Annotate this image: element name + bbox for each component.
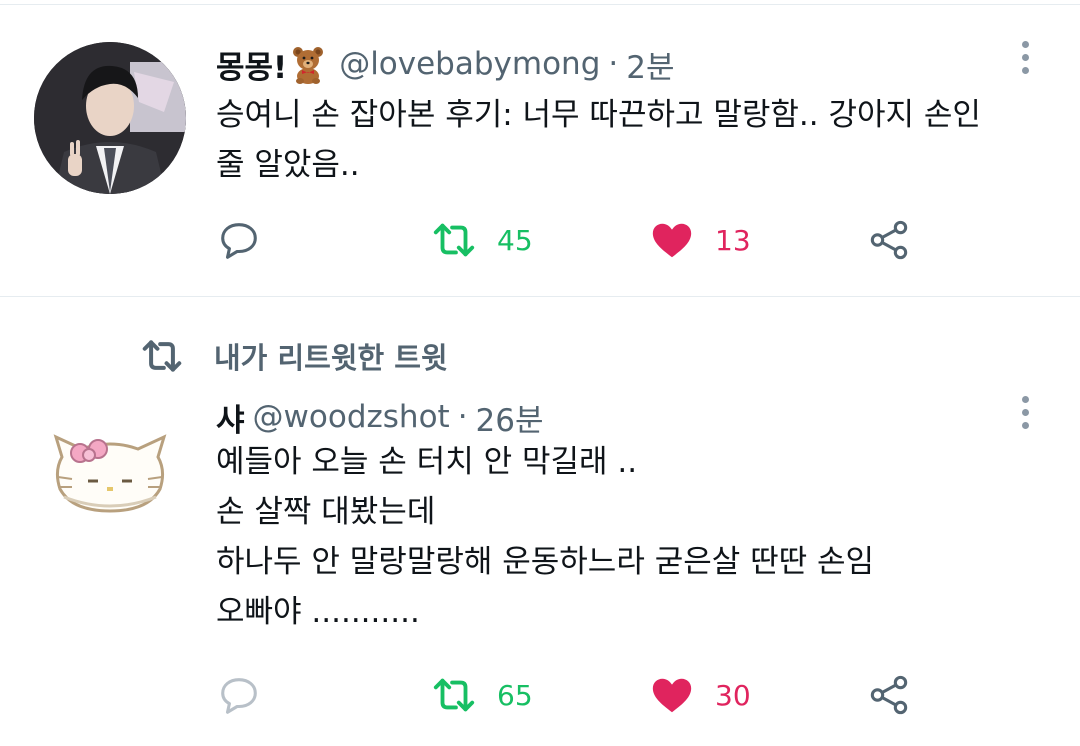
- like-icon: [652, 223, 692, 258]
- reply-button[interactable]: [216, 671, 262, 719]
- share-icon: [870, 220, 908, 260]
- retweet-icon: [142, 340, 182, 372]
- retweet-count: 45: [497, 223, 533, 257]
- avatar[interactable]: [34, 42, 186, 194]
- like-button[interactable]: 13: [649, 216, 751, 264]
- user-handle[interactable]: @lovebabymong: [339, 46, 600, 82]
- separator-dot: ·: [608, 46, 619, 82]
- share-button[interactable]: [866, 216, 912, 264]
- tweet-text-line: 예들아 오늘 손 터치 안 막길래 ..: [216, 444, 638, 480]
- tweet-2[interactable]: 내가 리트윗한 트윗 샤 @woodzshot · 26분 예들아 오늘 손 터…: [0, 297, 1080, 746]
- tweet-text-line: 승여니 손 잡아본 후기: 너무 따끈하고 말랑함.. 강아지 손인: [216, 97, 981, 133]
- tweet-actions: 65 30: [216, 671, 936, 719]
- like-button[interactable]: 30: [649, 671, 751, 719]
- retweet-icon: [433, 223, 475, 257]
- retweet-count: 65: [497, 678, 533, 712]
- timestamp[interactable]: 26분: [476, 395, 544, 440]
- retweet-banner[interactable]: 내가 리트윗한 트윗: [140, 335, 448, 377]
- tweet-actions: 45 13: [216, 216, 936, 264]
- reply-button[interactable]: [216, 216, 262, 264]
- retweet-button[interactable]: 45: [431, 216, 533, 264]
- tweet-1[interactable]: 몽몽! @lovebabymong · 2분 승여니 손 잡아본 후기: 너무 …: [0, 0, 1080, 296]
- tweet-header: 몽몽! @lovebabymong · 2분: [216, 42, 674, 87]
- reply-icon: [221, 223, 257, 259]
- retweet-banner-label: 내가 리트윗한 트윗: [214, 341, 448, 375]
- tweet-text: 예들아 오늘 손 터치 안 막길래 .. 손 살짝 대봤는데 하나두 안 말랑말…: [216, 437, 1036, 637]
- share-button[interactable]: [866, 671, 912, 719]
- display-name[interactable]: 몽몽!: [216, 42, 287, 87]
- hello-kitty-avatar[interactable]: [52, 431, 168, 517]
- more-icon[interactable]: [1020, 41, 1030, 74]
- tweet-text-line: 오빠야 ...........: [216, 594, 420, 630]
- tweet-text-line: 손 살짝 대봤는데: [216, 494, 436, 530]
- like-count: 13: [715, 223, 751, 257]
- tweet-header: 샤 @woodzshot · 26분: [216, 395, 544, 440]
- teddy-bear-emoji: [291, 44, 325, 84]
- like-count: 30: [715, 678, 751, 712]
- separator-dot: ·: [457, 399, 468, 435]
- retweet-icon: [433, 678, 475, 712]
- more-icon[interactable]: [1020, 396, 1030, 429]
- tweet-text: 승여니 손 잡아본 후기: 너무 따끈하고 말랑함.. 강아지 손인 줄 알았음…: [216, 90, 1036, 190]
- share-icon: [870, 675, 908, 715]
- tweet-text-line: 줄 알았음..: [216, 147, 360, 183]
- timestamp[interactable]: 2분: [626, 42, 674, 87]
- tweet-text-line: 하나두 안 말랑말랑해 운동하느라 굳은살 딴딴 손임: [216, 544, 875, 580]
- retweet-button[interactable]: 65: [431, 671, 533, 719]
- user-handle[interactable]: @woodzshot: [253, 399, 450, 435]
- reply-icon: [221, 678, 257, 714]
- display-name[interactable]: 샤: [216, 395, 245, 440]
- like-icon: [652, 678, 692, 713]
